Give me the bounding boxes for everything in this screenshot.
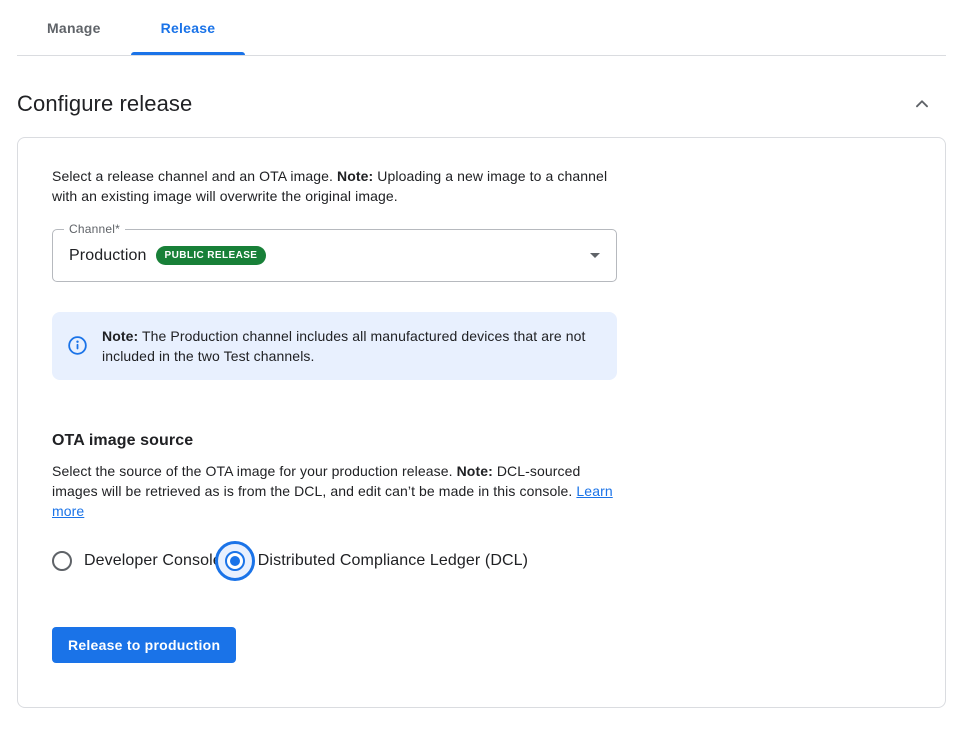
radio-option-dcl[interactable]: Distributed Compliance Ledger (DCL) (222, 541, 528, 581)
ota-source-description: Select the source of the OTA image for y… (52, 461, 617, 521)
channel-select-value: Production (69, 247, 147, 265)
page-title: Configure release (17, 91, 192, 117)
radio-option-developer-console[interactable]: Developer Console (52, 551, 222, 571)
configure-release-card: Select a release channel and an OTA imag… (17, 137, 946, 708)
release-to-production-button[interactable]: Release to production (52, 627, 236, 663)
caret-down-icon (590, 253, 600, 258)
ota-source-radio-group: Developer Console Distributed Compliance… (52, 541, 911, 581)
public-release-badge: PUBLIC RELEASE (156, 246, 267, 265)
radio-label-developer-console: Developer Console (84, 552, 222, 570)
radio-focus-ring (215, 541, 255, 581)
section-header: Configure release (17, 90, 946, 118)
tab-release[interactable]: Release (131, 0, 246, 55)
tab-manage[interactable]: Manage (17, 0, 131, 55)
collapse-section-button[interactable] (908, 90, 936, 118)
intro-text-note: Note: (337, 168, 373, 184)
ota-desc-note: Note: (457, 463, 493, 479)
radio-selected-icon[interactable] (225, 551, 245, 571)
note-bold: Note: (102, 328, 138, 344)
note-body: The Production channel includes all manu… (102, 328, 586, 364)
intro-text: Select a release channel and an OTA imag… (52, 166, 617, 206)
ota-source-heading: OTA image source (52, 432, 911, 450)
production-note-box: Note: The Production channel includes al… (52, 312, 617, 380)
radio-label-dcl: Distributed Compliance Ledger (DCL) (258, 552, 528, 570)
info-icon (52, 326, 102, 366)
intro-text-pre: Select a release channel and an OTA imag… (52, 168, 337, 184)
production-note-text: Note: The Production channel includes al… (102, 326, 597, 366)
ota-desc-pre: Select the source of the OTA image for y… (52, 463, 457, 479)
chevron-up-icon (911, 93, 933, 115)
tab-bar: Manage Release (17, 0, 946, 56)
channel-select[interactable]: Channel* Production PUBLIC RELEASE (52, 229, 617, 282)
radio-dot (230, 556, 240, 566)
radio-unselected-icon[interactable] (52, 551, 72, 571)
channel-select-label: Channel* (64, 222, 125, 236)
tab-manage-label: Manage (47, 20, 101, 36)
tab-release-label: Release (161, 20, 216, 36)
